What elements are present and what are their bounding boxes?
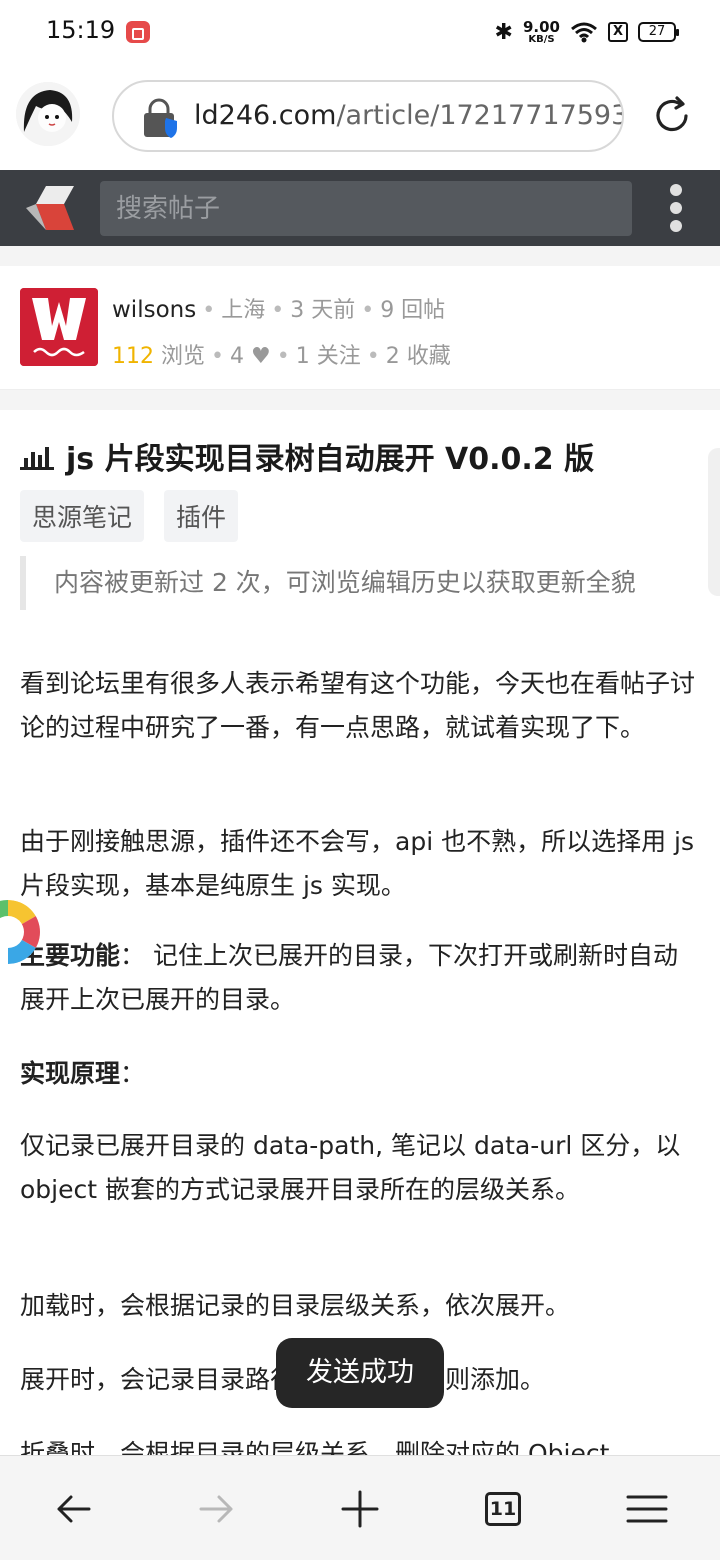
heart-icon[interactable]: ♥ xyxy=(251,344,271,369)
tabs-button[interactable]: 11 xyxy=(476,1482,530,1536)
scroll-handle[interactable] xyxy=(708,448,720,596)
screen-record-icon xyxy=(126,21,150,43)
follows-count[interactable]: 1 关注 xyxy=(296,344,361,369)
browser-bottom-nav: 11 xyxy=(0,1455,720,1560)
paragraph-features: 主要功能： 记住上次已展开的目录，下次打开或刷新时自动展开上次已展开的目录。 xyxy=(20,934,700,1022)
secure-lock-icon[interactable] xyxy=(144,98,180,138)
browser-address-row: ld246.com/article/17217717593 xyxy=(0,64,720,170)
status-bar: 15:19 ✱ 9.00 KB/S X 27 xyxy=(0,0,720,64)
principle-colon: ： xyxy=(120,1059,146,1088)
separator xyxy=(0,390,720,410)
bar-chart-icon xyxy=(20,443,54,470)
back-arrow-icon xyxy=(57,1495,91,1523)
net-speed-unit: KB/S xyxy=(528,33,555,45)
search-input[interactable] xyxy=(100,181,632,236)
views-count: 112 xyxy=(112,344,154,369)
hamburger-menu-icon xyxy=(626,1495,668,1523)
net-speed-value: 9.00 xyxy=(522,17,560,36)
paragraph-3: 仅记录已展开目录的 data-path, 笔记以 data-url 区分，以 o… xyxy=(20,1131,681,1204)
toast-message: 发送成功 xyxy=(276,1338,444,1408)
forward-button[interactable] xyxy=(190,1482,244,1536)
url-bar[interactable]: ld246.com/article/17217717593 xyxy=(112,80,624,152)
author-avatar[interactable] xyxy=(20,288,98,366)
author-meta-line: wilsons • 上海 • 3 天前 • 9 回帖 xyxy=(112,297,446,323)
paragraph-2: 由于刚接触思源，插件还不会写，api 也不熟，所以选择用 js 片段实现，基本是… xyxy=(20,827,695,900)
separator xyxy=(0,246,720,266)
post-time: 3 天前 xyxy=(290,298,356,323)
site-logo[interactable] xyxy=(24,184,76,232)
paragraph-1: 看到论坛里有很多人表示希望有这个功能，今天也在看帖子讨论的过程中研究了一番，有一… xyxy=(20,669,696,742)
paragraph-4: 加载时，会根据记录的目录层级关系，依次展开。 xyxy=(20,1291,571,1320)
plus-icon xyxy=(341,1490,379,1528)
forward-arrow-icon xyxy=(199,1495,233,1523)
author-card: wilsons • 上海 • 3 天前 • 9 回帖 112 浏览 • 4 ♥ • 1 关注 • 2 收… xyxy=(0,266,720,390)
back-button[interactable] xyxy=(46,1482,100,1536)
article-body: js 片段实现目录树自动展开 V0.0.2 版 思源笔记 插件 内容被更新过 2… xyxy=(0,410,720,1455)
tag-plugin[interactable]: 插件 xyxy=(164,490,239,542)
status-icons: ✱ 9.00 KB/S X 27 xyxy=(494,14,679,50)
article-title-text: js 片段实现目录树自动展开 V0.0.2 版 xyxy=(66,442,595,477)
tabs-count-icon: 11 xyxy=(485,1492,521,1526)
favorites-count[interactable]: 2 收藏 xyxy=(386,344,451,369)
principle-label: 实现原理 xyxy=(20,1059,121,1088)
reply-count[interactable]: 9 回帖 xyxy=(380,298,445,323)
tag-list: 思源笔记 插件 xyxy=(20,490,239,542)
search-box[interactable] xyxy=(100,181,632,236)
more-menu-icon[interactable] xyxy=(666,184,686,234)
new-tab-button[interactable] xyxy=(333,1482,387,1536)
likes-count: 4 xyxy=(230,344,244,369)
views-label: 浏览 xyxy=(161,344,206,369)
network-speed: 9.00 KB/S xyxy=(522,17,560,45)
url-host: ld246.com xyxy=(194,100,337,131)
url-text[interactable]: ld246.com/article/17217717593 xyxy=(194,100,624,131)
menu-button[interactable] xyxy=(620,1482,674,1536)
wifi-icon xyxy=(570,21,598,43)
status-time: 15:19 xyxy=(46,16,116,44)
bluetooth-icon: ✱ xyxy=(494,19,513,45)
browser-profile-avatar[interactable] xyxy=(16,82,80,146)
battery-icon: 27 xyxy=(638,22,679,42)
reload-icon[interactable] xyxy=(650,94,694,138)
tag-siyuan[interactable]: 思源笔记 xyxy=(20,490,145,542)
sim-off-icon: X xyxy=(608,22,628,42)
paragraph-principle: 实现原理： xyxy=(20,1052,700,1096)
url-path: /article/17217717593 xyxy=(336,100,624,131)
article-stats-line: 112 浏览 • 4 ♥ • 1 关注 • 2 收藏 xyxy=(112,344,451,369)
paragraph-6: 折叠时，会根据目录的层级关系，删除对应的 Object xyxy=(20,1439,610,1455)
author-location: 上海 xyxy=(221,298,266,323)
author-name[interactable]: wilsons xyxy=(112,297,196,323)
site-header xyxy=(0,170,720,246)
article-title: js 片段实现目录树自动展开 V0.0.2 版 xyxy=(20,434,594,478)
edit-history-notice[interactable]: 内容被更新过 2 次，可浏览编辑历史以获取更新全貌 xyxy=(20,556,680,610)
